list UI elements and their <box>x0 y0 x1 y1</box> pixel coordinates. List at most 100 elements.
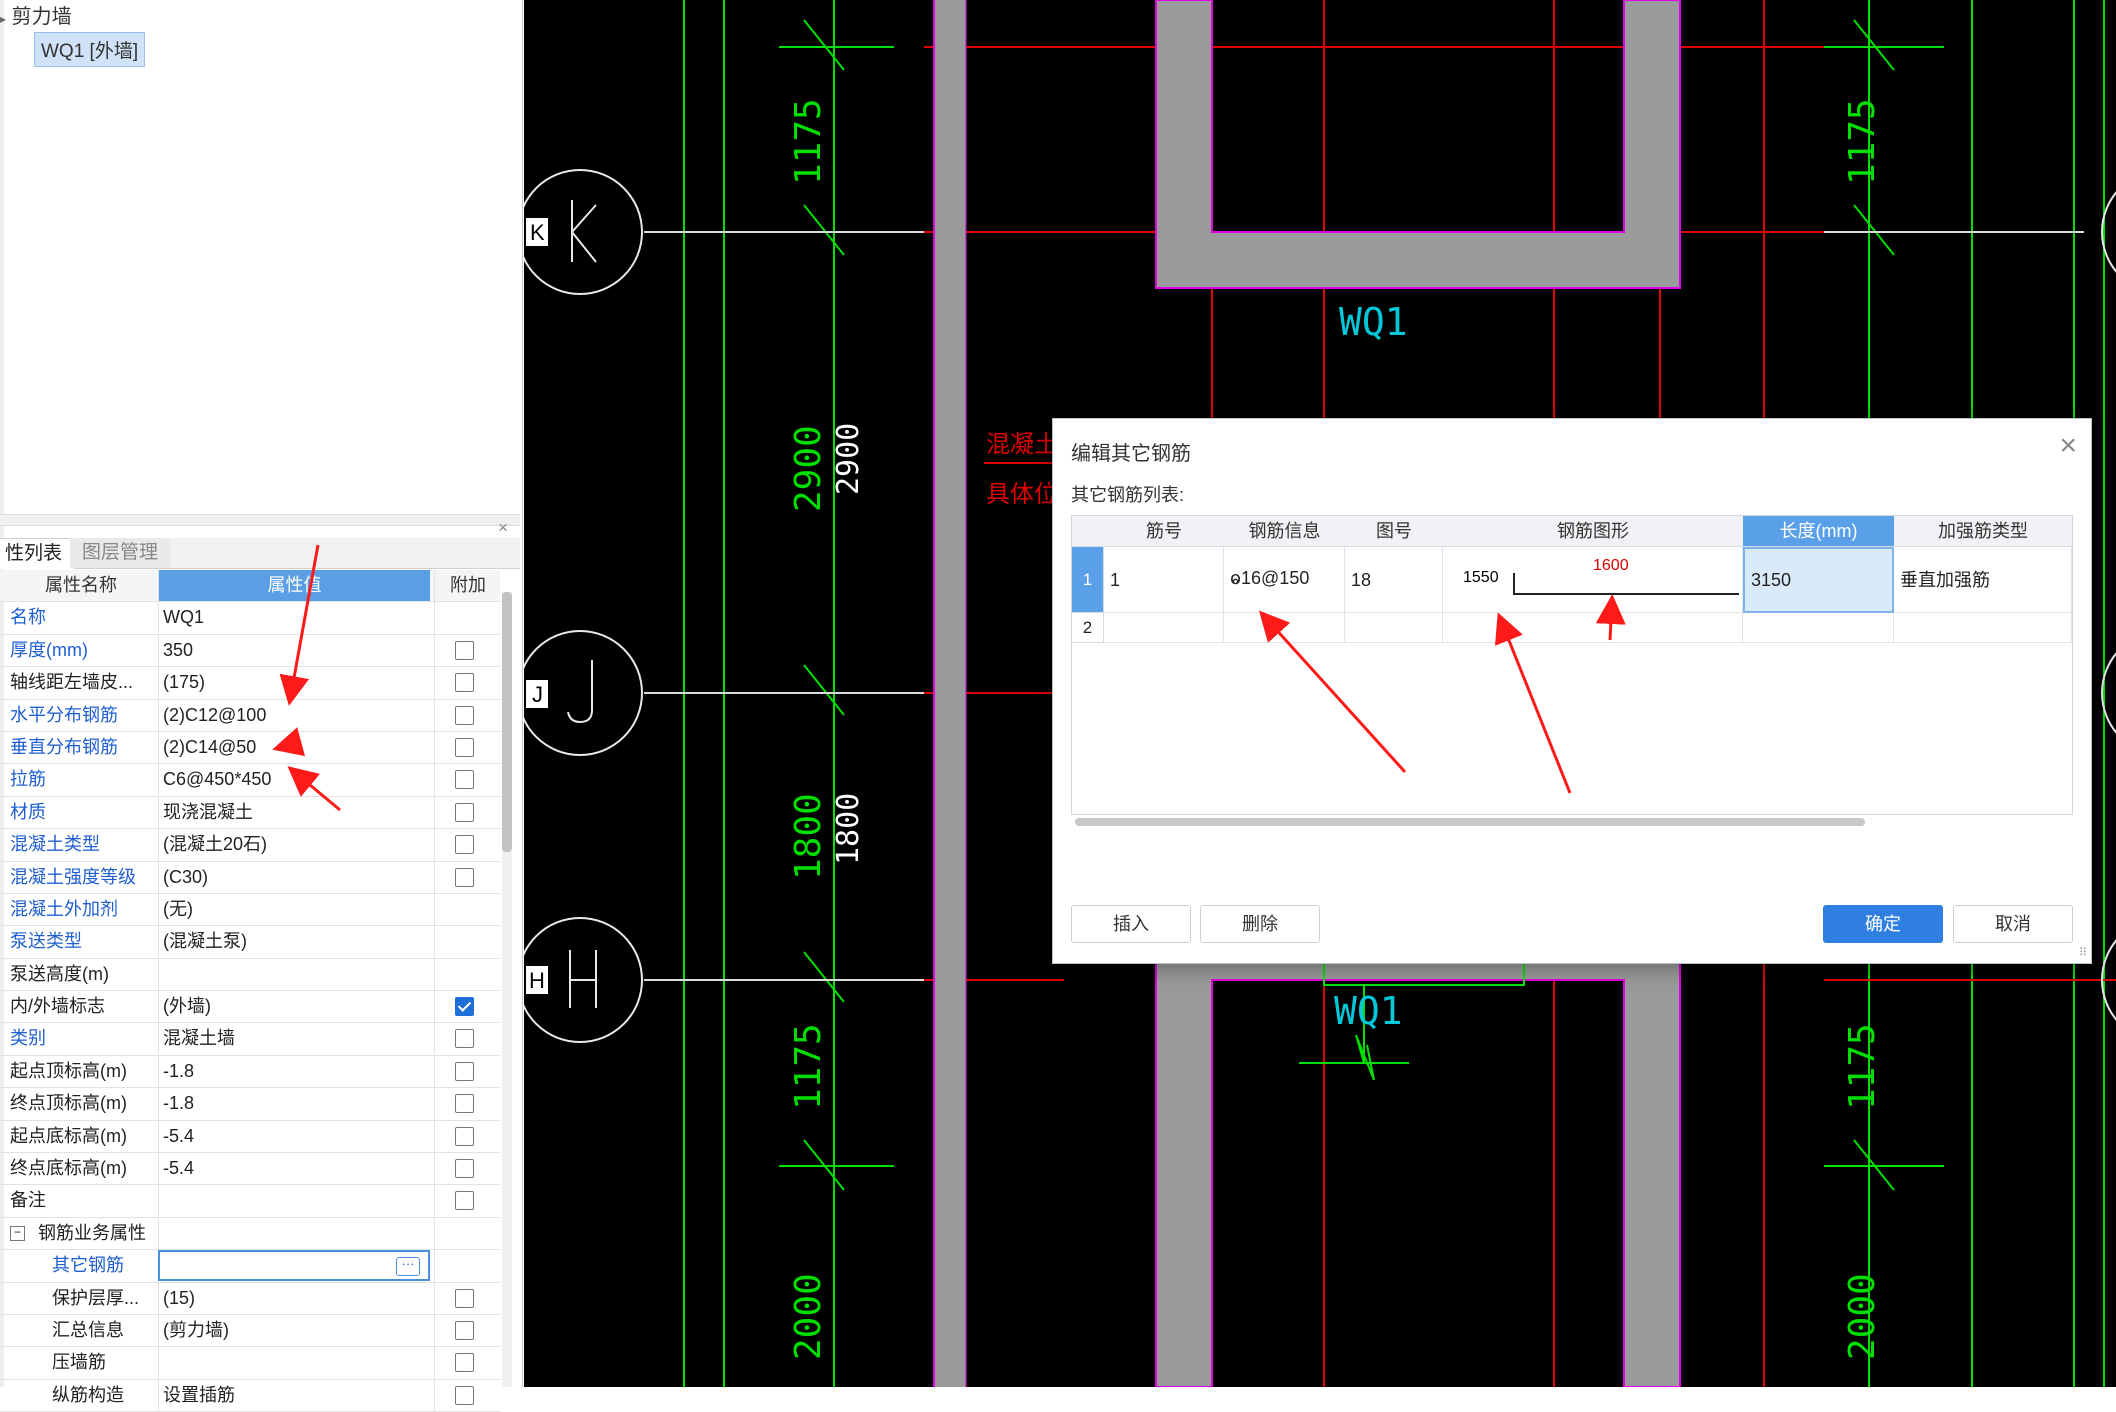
property-value[interactable]: WQ1 <box>158 602 430 634</box>
property-row[interactable]: 汇总信息 (剪力墙) <box>0 1314 500 1348</box>
col-length[interactable]: 长度(mm) <box>1743 516 1895 547</box>
property-value[interactable]: -1.8 <box>158 1088 430 1120</box>
cell-shape[interactable] <box>1443 613 1743 643</box>
property-row[interactable]: 厚度(mm) 350 <box>0 634 500 668</box>
ok-button[interactable]: 确定 <box>1823 905 1943 943</box>
col-rebar-type[interactable]: 加强筋类型 <box>1894 516 2072 547</box>
cell-bar-no[interactable] <box>1104 613 1224 643</box>
add-checkbox[interactable] <box>455 1320 474 1340</box>
cancel-button[interactable]: 取消 <box>1953 905 2073 943</box>
horizontal-scrollbar[interactable] <box>1075 817 2071 827</box>
property-value[interactable] <box>158 958 430 990</box>
row-number[interactable]: 1 <box>1072 547 1104 613</box>
property-value[interactable] <box>158 1347 430 1379</box>
property-value[interactable]: (C30) <box>158 861 430 893</box>
property-row[interactable]: 保护层厚... (15) <box>0 1282 500 1315</box>
property-value[interactable]: (无) <box>158 893 430 925</box>
property-value[interactable]: (混凝土泵) <box>158 926 430 958</box>
row-number[interactable]: 2 <box>1072 613 1104 643</box>
property-value[interactable]: (剪力墙) <box>158 1314 430 1346</box>
property-row[interactable]: 名称 WQ1 <box>0 602 500 635</box>
property-row[interactable]: 混凝土外加剂 (无) <box>0 893 500 927</box>
property-value[interactable]: 350 <box>158 634 430 666</box>
property-row[interactable]: 内/外墙标志 (外墙) <box>0 991 500 1024</box>
property-row[interactable]: 备注 <box>0 1185 500 1218</box>
property-value[interactable]: -1.8 <box>158 1055 430 1087</box>
scrollbar-thumb[interactable] <box>1075 818 1865 826</box>
add-checkbox[interactable] <box>455 705 474 725</box>
property-value[interactable]: (2)C14@50 <box>158 731 430 763</box>
property-row[interactable]: 泵送高度(m) <box>0 958 500 992</box>
col-bar-info[interactable]: 钢筋信息 <box>1224 516 1346 547</box>
tree-item-wq1[interactable]: WQ1 [外墙] <box>34 32 146 67</box>
property-row[interactable]: 垂直分布钢筋 (2)C14@50 <box>0 731 500 765</box>
add-checkbox[interactable] <box>455 1029 474 1049</box>
property-value[interactable]: 现浇混凝土 <box>158 796 430 828</box>
tree-expand-icon[interactable]: ▸ <box>0 12 6 26</box>
property-row[interactable]: 压墙筋 <box>0 1347 500 1380</box>
property-row[interactable]: 类别 混凝土墙 <box>0 1023 500 1056</box>
property-value[interactable]: (2)C12@100 <box>158 699 430 731</box>
property-row[interactable]: 混凝土强度等级 (C30) <box>0 861 500 894</box>
add-checkbox[interactable] <box>455 1353 474 1373</box>
add-checkbox[interactable] <box>455 1159 474 1179</box>
property-row[interactable]: 起点底标高(m) -5.4 <box>0 1120 500 1154</box>
insert-button[interactable]: 插入 <box>1071 905 1191 943</box>
add-checkbox[interactable] <box>455 867 474 887</box>
property-value[interactable] <box>158 1185 430 1217</box>
add-checkbox[interactable] <box>455 770 474 790</box>
cell-fig-no[interactable] <box>1345 613 1443 643</box>
cell-rebar-type[interactable] <box>1894 613 2072 643</box>
more-icon[interactable]: ··· <box>396 1257 420 1277</box>
property-row[interactable]: 其它钢筋 ··· <box>0 1250 500 1283</box>
property-value[interactable]: 设置插筋 <box>158 1379 430 1411</box>
delete-button[interactable]: 删除 <box>1200 905 1320 943</box>
add-checkbox[interactable] <box>455 1288 474 1308</box>
resize-grip-icon[interactable]: ⠿ <box>2079 946 2087 959</box>
add-checkbox[interactable] <box>455 1126 474 1146</box>
add-checkbox[interactable] <box>455 673 474 693</box>
property-value[interactable]: (外墙) <box>158 991 430 1023</box>
cell-bar-info[interactable]: ⱺ16@150 <box>1224 547 1345 613</box>
property-value[interactable]: (混凝土20石) <box>158 829 430 861</box>
property-row[interactable]: 泵送类型 (混凝土泵) <box>0 926 500 959</box>
add-checkbox[interactable] <box>455 1191 474 1211</box>
property-value[interactable]: ··· <box>158 1250 430 1282</box>
col-bar-no[interactable]: 筋号 <box>1104 516 1225 547</box>
property-value[interactable] <box>158 1217 430 1249</box>
panel-splitter[interactable] <box>0 514 520 526</box>
property-value[interactable]: C6@450*450 <box>158 764 430 796</box>
col-shape[interactable]: 钢筋图形 <box>1443 516 1744 547</box>
property-row[interactable]: 水平分布钢筋 (2)C12@100 <box>0 699 500 732</box>
cell-length[interactable] <box>1743 613 1894 643</box>
property-row[interactable]: 起点顶标高(m) -1.8 <box>0 1055 500 1089</box>
property-value[interactable]: (15) <box>158 1282 430 1314</box>
add-checkbox[interactable] <box>455 737 474 757</box>
add-checkbox[interactable] <box>455 835 474 855</box>
property-row[interactable]: 拉筋 C6@450*450 <box>0 764 500 797</box>
scrollbar-thumb[interactable] <box>502 592 512 852</box>
tree-node-shear-wall[interactable]: ▸ 剪力墙 <box>0 0 72 29</box>
property-row[interactable]: 终点顶标高(m) -1.8 <box>0 1088 500 1121</box>
dialog-close-icon[interactable]: × <box>2059 429 2077 463</box>
property-row[interactable]: 轴线距左墙皮... (175) <box>0 667 500 700</box>
tab-layers[interactable]: 图层管理 <box>70 538 171 568</box>
add-checkbox[interactable] <box>455 1385 474 1405</box>
vertical-scrollbar[interactable] <box>502 592 512 1387</box>
cell-bar-info[interactable] <box>1224 613 1345 643</box>
property-row[interactable]: 纵筋构造 设置插筋 <box>0 1379 500 1412</box>
cell-fig-no[interactable]: 18 <box>1345 547 1443 613</box>
cell-bar-no[interactable]: 1 <box>1104 547 1224 613</box>
add-checkbox[interactable] <box>455 1061 474 1081</box>
property-row[interactable]: 材质 现浇混凝土 <box>0 796 500 830</box>
add-checkbox[interactable] <box>455 997 474 1017</box>
col-fig-no[interactable]: 图号 <box>1345 516 1444 547</box>
property-value[interactable]: 混凝土墙 <box>158 1023 430 1055</box>
close-icon[interactable]: × <box>498 518 508 538</box>
property-value[interactable]: -5.4 <box>158 1153 430 1185</box>
property-row[interactable]: 混凝土类型 (混凝土20石) <box>0 829 500 862</box>
add-checkbox[interactable] <box>455 802 474 822</box>
property-row[interactable]: 终点底标高(m) -5.4 <box>0 1153 500 1186</box>
property-value[interactable]: (175) <box>158 667 430 699</box>
add-checkbox[interactable] <box>455 1094 474 1114</box>
